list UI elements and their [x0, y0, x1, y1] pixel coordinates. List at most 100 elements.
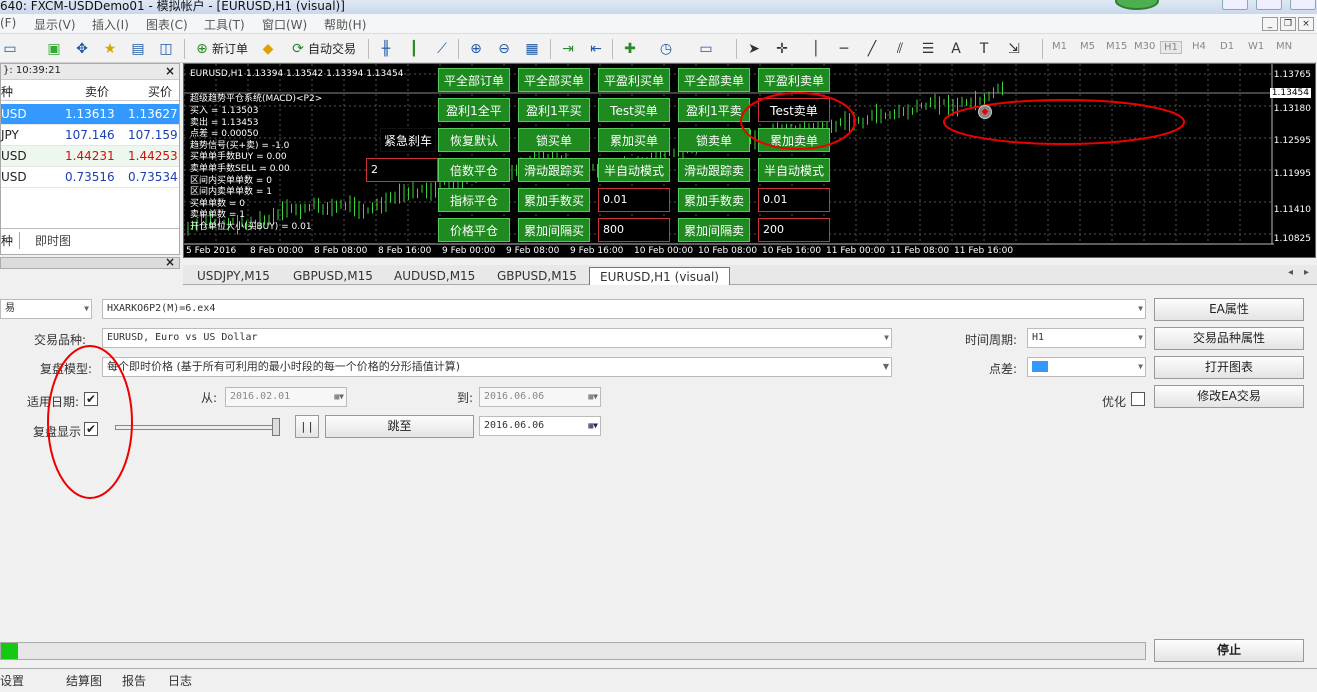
pause-button[interactable]: | |: [295, 415, 319, 438]
col-ask[interactable]: 买价: [148, 83, 172, 100]
market-watch-close-icon[interactable]: ×: [165, 64, 175, 78]
cursor-icon[interactable]: ➤: [744, 39, 764, 59]
menu-chart[interactable]: 图表(C): [146, 16, 188, 33]
tab-tick-chart[interactable]: 即时图: [35, 232, 71, 249]
profiles-icon[interactable]: ▣: [44, 39, 64, 59]
timeframe-h4[interactable]: H4: [1192, 41, 1206, 52]
metaeditor-icon[interactable]: ◆: [258, 39, 278, 59]
symbol-properties-button[interactable]: 交易品种属性: [1154, 327, 1304, 350]
tab-report[interactable]: 报告: [122, 672, 146, 690]
ea-button[interactable]: 累加买单: [598, 128, 670, 152]
menu-view[interactable]: 显示(V): [34, 16, 76, 33]
ea-button[interactable]: 半自动模式: [598, 158, 670, 182]
mdi-restore-button[interactable]: ❐: [1280, 17, 1296, 31]
new-order-button[interactable]: 新订单: [212, 39, 248, 59]
trendline-icon[interactable]: ╱: [862, 39, 882, 59]
ea-button[interactable]: 指标平仓: [438, 188, 510, 212]
ea-button[interactable]: 锁卖单: [678, 128, 750, 152]
text-label-icon[interactable]: T: [974, 39, 994, 59]
ea-button[interactable]: 恢复默认: [438, 128, 510, 152]
symbol-row[interactable]: USD 1.13613 1.13627: [1, 104, 179, 125]
menu-tools[interactable]: 工具(T): [204, 16, 245, 33]
speed-slider-thumb[interactable]: [272, 418, 280, 436]
indicators-icon[interactable]: ✚: [620, 39, 640, 59]
navigator-close-icon[interactable]: ×: [165, 255, 175, 269]
minimize-button[interactable]: [1222, 0, 1248, 10]
timeframe-m1[interactable]: M1: [1052, 41, 1067, 52]
ea-button[interactable]: 累加间隔卖: [678, 218, 750, 242]
gap-sell-input[interactable]: 200: [758, 218, 830, 242]
fibonacci-icon[interactable]: ☰: [918, 39, 938, 59]
tab-scroll-right-icon[interactable]: ▸: [1304, 267, 1309, 278]
ea-button[interactable]: 滑动跟踪买: [518, 158, 590, 182]
new-chart-icon[interactable]: ▭: [0, 39, 20, 59]
chart-tab[interactable]: AUDUSD,M15: [394, 267, 475, 285]
ea-button[interactable]: 盈利1平卖: [678, 98, 750, 122]
lot-sell-input[interactable]: 0.01: [758, 188, 830, 212]
chart-tab[interactable]: GBPUSD,M15: [497, 267, 577, 285]
ea-button[interactable]: 平全部订单: [438, 68, 510, 92]
timeframe-mn[interactable]: MN: [1276, 41, 1292, 52]
menu-file[interactable]: (F): [0, 16, 16, 30]
chart-tab-active[interactable]: EURUSD,H1 (visual): [589, 267, 730, 285]
horizontal-line-icon[interactable]: ─: [834, 39, 854, 59]
chart-tab[interactable]: USDJPY,M15: [197, 267, 270, 285]
menu-insert[interactable]: 插入(I): [92, 16, 129, 33]
mdi-close-button[interactable]: ×: [1298, 17, 1314, 31]
spread-select[interactable]: 10 ▼: [1027, 357, 1146, 377]
chart-tab[interactable]: GBPUSD,M15: [293, 267, 373, 285]
navigator-icon[interactable]: ▤: [128, 39, 148, 59]
tile-windows-icon[interactable]: ▦: [522, 39, 542, 59]
ea-button[interactable]: Test卖单: [758, 98, 830, 122]
optimize-checkbox[interactable]: [1131, 392, 1145, 406]
menu-help[interactable]: 帮助(H): [324, 16, 366, 33]
tab-scroll-left-icon[interactable]: ◂: [1288, 267, 1293, 278]
ea-button[interactable]: 累加手数买: [518, 188, 590, 212]
col-symbol[interactable]: 种: [1, 83, 13, 100]
equidistant-channel-icon[interactable]: ⫽: [890, 39, 910, 59]
tab-journal[interactable]: 日志: [168, 672, 192, 690]
skip-date-field[interactable]: 2016.06.06 ▦▼: [479, 416, 601, 436]
ea-button[interactable]: 价格平仓: [438, 218, 510, 242]
timeframe-d1[interactable]: D1: [1220, 41, 1234, 52]
tab-settings[interactable]: 设置: [0, 672, 24, 690]
stop-button[interactable]: 停止: [1154, 639, 1304, 662]
expert-select[interactable]: HXARKO6P2(M)=6.ex4 ▼: [102, 299, 1146, 319]
timeframe-m30[interactable]: M30: [1134, 41, 1155, 52]
lot-buy-input[interactable]: 0.01: [598, 188, 670, 212]
tab-symbols[interactable]: 种: [1, 232, 21, 249]
speed-slider-track[interactable]: [115, 425, 279, 430]
mdi-minimize-button[interactable]: _: [1262, 17, 1278, 31]
ea-button[interactable]: 盈利1全平: [438, 98, 510, 122]
auto-trade-button[interactable]: 自动交易: [308, 39, 356, 59]
close-button[interactable]: [1290, 0, 1316, 10]
ea-button[interactable]: 倍数平仓: [438, 158, 510, 182]
chart-window[interactable]: EURUSD,H1 1.13394 1.13542 1.13394 1.1345…: [183, 63, 1316, 258]
auto-trade-icon[interactable]: ⟳: [288, 39, 308, 59]
symbol-row[interactable]: USD 1.44231 1.44253: [1, 146, 179, 167]
multiplier-input[interactable]: 2: [366, 158, 438, 182]
from-date-field[interactable]: 2016.02.01 ▦▼: [225, 387, 347, 407]
maximize-button[interactable]: [1256, 0, 1282, 10]
modify-ea-button[interactable]: 修改EA交易: [1154, 385, 1304, 408]
ea-properties-button[interactable]: EA属性: [1154, 298, 1304, 321]
crosshair-icon[interactable]: ✛: [772, 39, 792, 59]
menu-window[interactable]: 窗口(W): [262, 16, 307, 33]
ea-button[interactable]: 平盈利卖单: [758, 68, 830, 92]
autoscroll-icon[interactable]: ⇥: [558, 39, 578, 59]
timeframe-h1[interactable]: H1: [1160, 41, 1182, 54]
col-bid[interactable]: 卖价: [85, 83, 109, 100]
symbol-select[interactable]: EURUSD, Euro vs US Dollar ▼: [102, 328, 892, 348]
crosshair-move-icon[interactable]: ✥: [72, 39, 92, 59]
timeframe-m5[interactable]: M5: [1080, 41, 1095, 52]
ea-button[interactable]: 半自动模式: [758, 158, 830, 182]
timeframe-w1[interactable]: W1: [1248, 41, 1264, 52]
candle-chart-icon[interactable]: ┃: [404, 39, 424, 59]
ea-button[interactable]: 平盈利买单: [598, 68, 670, 92]
ea-button[interactable]: 盈利1平买: [518, 98, 590, 122]
ea-button[interactable]: 累加卖单: [758, 128, 830, 152]
ea-button[interactable]: 平全部买单: [518, 68, 590, 92]
gap-buy-input[interactable]: 800: [598, 218, 670, 242]
tab-results-chart[interactable]: 结算图: [66, 672, 102, 690]
ea-button[interactable]: 平全部卖单: [678, 68, 750, 92]
